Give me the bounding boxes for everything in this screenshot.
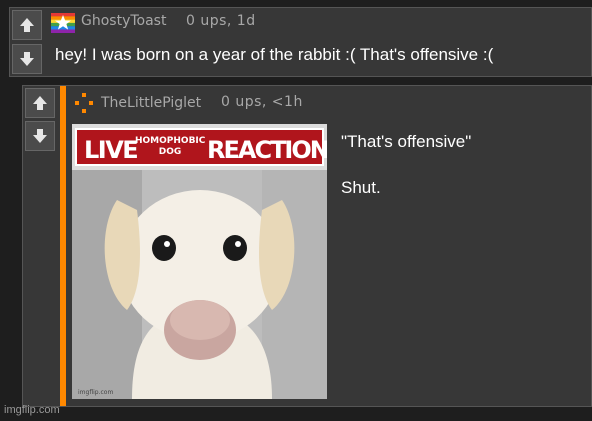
upvote-button[interactable]: [25, 88, 55, 118]
dog-photo: [72, 170, 327, 399]
user-avatar-icon[interactable]: [51, 13, 75, 33]
parent-comment: GhostyToast 0 ups, 1d hey! I was born on…: [9, 7, 592, 77]
meme-banner: LIVE HOMOPHOBIC DOG REACTION: [75, 128, 327, 166]
meme-watermark: imgflip.com: [78, 389, 114, 396]
reply-text-line: Shut.: [341, 178, 381, 197]
arrow-up-icon: [33, 96, 47, 110]
downvote-button[interactable]: [12, 44, 42, 74]
arrow-down-icon: [20, 52, 34, 66]
meme-banner-middle: HOMOPHOBIC DOG: [135, 136, 205, 158]
reply-thread-bar: [60, 86, 66, 406]
user-avatar-icon[interactable]: [74, 92, 94, 114]
username-link[interactable]: TheLittlePiglet: [101, 95, 201, 111]
meme-banner-right: REACTION: [207, 136, 327, 164]
upvote-button[interactable]: [12, 10, 42, 40]
arrow-down-icon: [33, 129, 47, 143]
comment-meta: 0 ups, 1d: [186, 13, 256, 29]
reply-comment: TheLittlePiglet 0 ups, <1h LIVE HOMOPHOB…: [22, 85, 592, 407]
site-watermark: imgflip.com: [4, 404, 60, 416]
arrow-up-icon: [20, 18, 34, 32]
meme-banner-middle-line2: DOG: [158, 147, 182, 157]
downvote-button[interactable]: [25, 121, 55, 151]
meme-banner-left: LIVE: [84, 136, 139, 164]
reply-text-line: "That's offensive": [341, 132, 472, 151]
comment-text: hey! I was born on a year of the rabbit …: [55, 45, 494, 64]
meme-image[interactable]: LIVE HOMOPHOBIC DOG REACTION imgflip.com: [72, 124, 327, 399]
comment-meta: 0 ups, <1h: [221, 94, 303, 110]
username-link[interactable]: GhostyToast: [81, 13, 166, 29]
meme-banner-middle-line1: HOMOPHOBIC: [135, 136, 206, 146]
